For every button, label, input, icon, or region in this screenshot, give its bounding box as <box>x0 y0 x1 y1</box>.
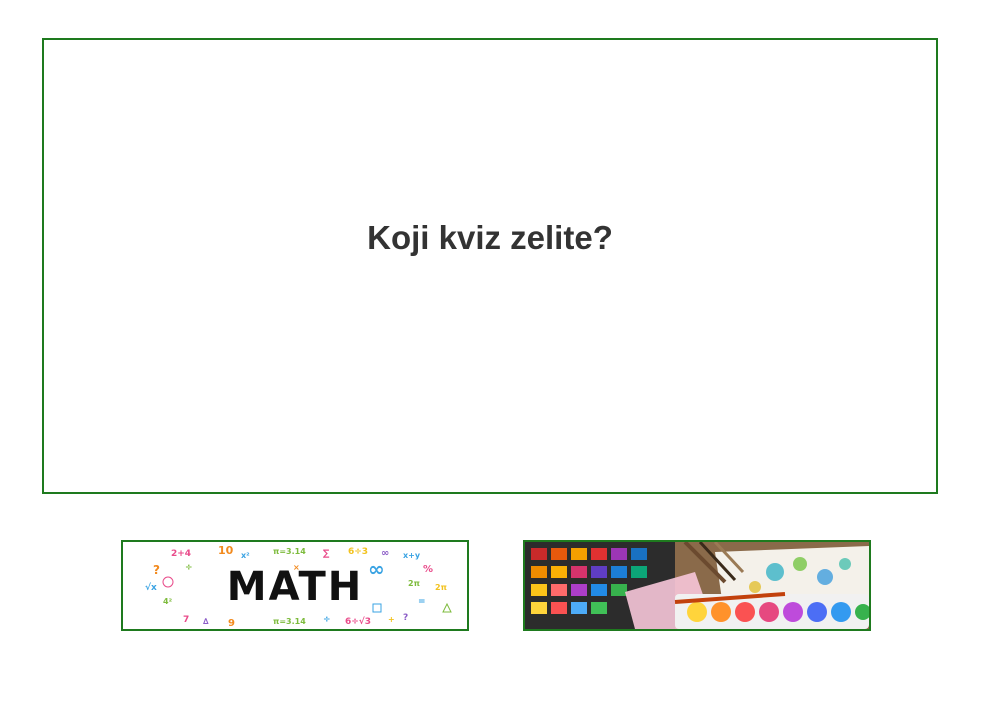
svg-text:9: 9 <box>228 618 235 629</box>
svg-text:2π: 2π <box>408 579 420 588</box>
svg-text:7: 7 <box>183 615 189 625</box>
svg-text:∞: ∞ <box>368 557 385 581</box>
svg-text:6÷3: 6÷3 <box>348 547 368 557</box>
svg-text:π=3.14: π=3.14 <box>273 617 306 626</box>
svg-text:∆: ∆ <box>203 617 209 626</box>
math-quiz-option[interactable]: 2+4 10 x² π=3.14 ∑ 6÷3 ∞ x+y ? √x 4² % 2… <box>121 540 469 631</box>
svg-text:?: ? <box>403 613 408 623</box>
svg-text:π=3.14: π=3.14 <box>273 547 306 556</box>
svg-text:√x: √x <box>145 582 157 593</box>
svg-text:2π: 2π <box>435 583 447 592</box>
svg-text:+: + <box>388 615 395 624</box>
svg-text:÷: ÷ <box>323 615 331 625</box>
svg-text:10: 10 <box>218 544 234 557</box>
math-banner-icon: 2+4 10 x² π=3.14 ∑ 6÷3 ∞ x+y ? √x 4² % 2… <box>123 542 467 629</box>
svg-text:x+y: x+y <box>403 551 421 560</box>
question-panel: Koji kviz zelite? <box>42 38 938 494</box>
svg-text:∑: ∑ <box>323 549 330 559</box>
art-quiz-option[interactable] <box>523 540 871 631</box>
math-label: MATH <box>227 564 363 610</box>
svg-text:=: = <box>418 597 426 607</box>
svg-text:4²: 4² <box>163 597 173 606</box>
watercolor-palette-icon <box>525 542 869 629</box>
svg-text:%: % <box>423 564 433 575</box>
svg-text:6÷√3: 6÷√3 <box>345 616 371 627</box>
svg-text:÷: ÷ <box>185 563 193 573</box>
question-title: Koji kviz zelite? <box>367 219 613 256</box>
svg-text:x²: x² <box>241 551 250 560</box>
svg-text:?: ? <box>153 563 160 577</box>
svg-text:2+4: 2+4 <box>171 549 191 559</box>
